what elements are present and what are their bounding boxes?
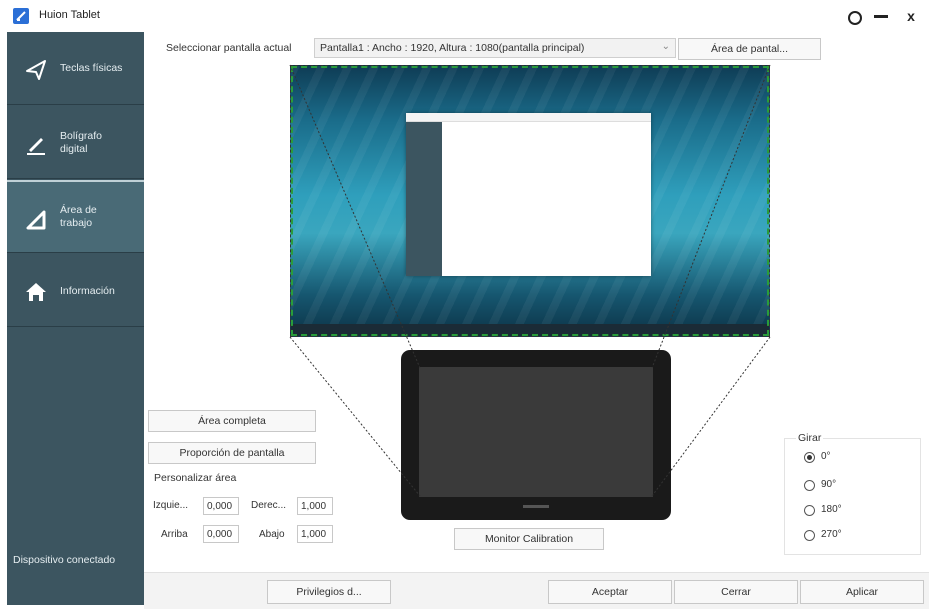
rotate-180-label: 180° [821,504,842,515]
work-area-panel: Seleccionar pantalla actual Pantalla1 : … [144,32,929,609]
top-label: Arriba [161,529,188,540]
screen-area-outline [291,66,769,336]
display-select-label: Seleccionar pantalla actual [166,42,292,54]
left-field[interactable] [203,497,239,515]
bottom-label: Abajo [259,529,285,540]
screen-ratio-button[interactable]: Proporción de pantalla [148,442,316,464]
left-label: Izquie... [153,500,189,511]
window-title: Huion Tablet [39,9,100,21]
top-field[interactable] [203,525,239,543]
sidebar-item-information[interactable]: Información [7,254,144,327]
sidebar-item-work-area[interactable]: Área de trabajo [7,180,144,253]
custom-area-label: Personalizar área [154,472,237,484]
sidebar-item-label: Teclas físicas [60,62,123,74]
sidebar-item-label: Bolígrafo digital [60,130,103,155]
close-button[interactable]: Cerrar [674,580,798,604]
minimize-icon[interactable] [871,6,893,26]
tablet-active-area[interactable] [419,367,653,497]
rotate-90-label: 90° [821,479,837,490]
bottom-field[interactable] [297,525,333,543]
screen-preview[interactable] [290,65,770,337]
screen-area-button[interactable]: Área de pantal... [678,38,821,60]
sidebar-item-label: Área de trabajo [60,204,97,229]
chevron-down-icon: ⌄ [661,41,670,52]
sidebar-item-label: Información [60,285,115,297]
tablet-illustration [401,350,671,520]
triangle-icon [26,210,46,230]
display-select[interactable]: Pantalla1 : Ancho : 1920, Altura : 1080(… [314,38,676,58]
right-label: Derec... [251,500,287,511]
rotate-0-radio[interactable] [804,452,815,463]
send-arrow-icon [26,60,46,80]
full-area-button[interactable]: Área completa [148,410,316,432]
apply-button[interactable]: Aplicar [800,580,924,604]
privileges-button[interactable]: Privilegios d... [267,580,391,604]
pen-icon [27,138,45,155]
sidebar-item-digital-pen[interactable]: Bolígrafo digital [7,106,144,179]
rotate-title: Girar [796,432,824,444]
sidebar: Teclas físicas Bolígrafo digital Área de… [7,32,144,605]
rotate-0-label: 0° [821,451,831,462]
settings-icon[interactable] [843,6,865,26]
rotate-180-radio[interactable] [804,505,815,516]
tablet-logo [523,505,549,508]
app-logo-icon [13,8,29,24]
rotate-270-radio[interactable] [804,530,815,541]
home-icon [26,283,46,301]
right-field[interactable] [297,497,333,515]
footer-bar: Privilegios d... Aceptar Cerrar Aplicar [144,572,929,609]
rotate-270-label: 270° [821,529,842,540]
monitor-calibration-button[interactable]: Monitor Calibration [454,528,604,550]
title-bar: Huion Tablet x [0,0,929,32]
sidebar-item-physical-keys[interactable]: Teclas físicas [7,32,144,105]
rotate-90-radio[interactable] [804,480,815,491]
connection-status: Dispositivo conectado [13,554,116,566]
close-icon[interactable]: x [900,6,922,26]
display-select-value: Pantalla1 : Ancho : 1920, Altura : 1080(… [320,42,585,54]
accept-button[interactable]: Aceptar [548,580,672,604]
